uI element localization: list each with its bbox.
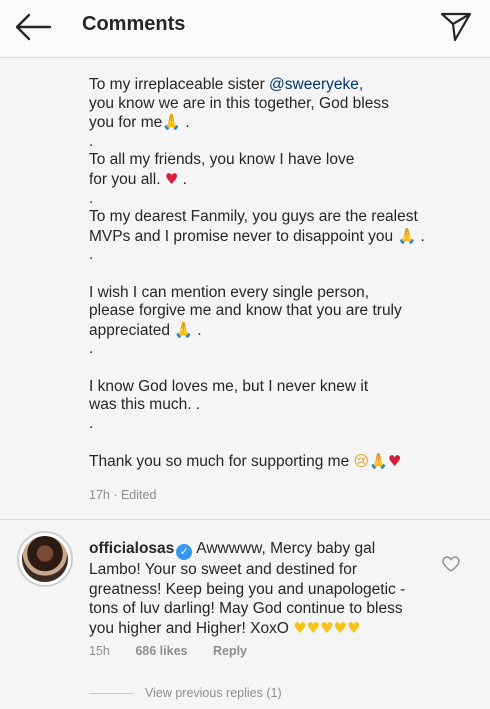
caption-dot: .	[89, 340, 94, 358]
verified-badge-icon: ✓	[176, 544, 193, 560]
caption-text: you know we are in this together, God bl…	[89, 94, 389, 112]
caption-text: MVPs and I promise never to disappoint y…	[89, 227, 398, 245]
avatar[interactable]	[17, 531, 73, 587]
caption-text: I wish I can mention every single person…	[89, 283, 369, 301]
caption-text: was this much. .	[89, 396, 201, 414]
likes-count[interactable]: 686 likes	[135, 644, 187, 658]
praying-hands-icon: 🙏	[369, 451, 388, 470]
mention-link[interactable]: @sweeryeke	[269, 76, 359, 93]
red-heart-icon: ♥	[387, 451, 402, 470]
caption-meta: 17h · Edited	[89, 488, 157, 502]
caption-text: To my dearest Fanmily, you guys are the …	[89, 208, 418, 226]
caption-text: I know God loves me, but I never knew it	[89, 377, 369, 395]
caption-text: you for me	[89, 114, 163, 132]
caption-text: appreciated	[89, 321, 175, 339]
page-title: Comments	[82, 13, 186, 35]
comment-time: 15h	[89, 644, 110, 658]
praying-hands-icon: 🙏	[397, 226, 417, 245]
avatar-photo	[22, 536, 68, 582]
post-caption: To my irreplaceable sister @sweeryeke, y…	[89, 76, 474, 471]
replies-line	[89, 693, 133, 694]
comment-username[interactable]: officialosas	[89, 540, 174, 557]
caption-text: Thank you so much for supporting me	[89, 452, 354, 470]
back-button[interactable]	[12, 8, 54, 46]
heart-outline-icon	[442, 556, 460, 572]
share-button[interactable]	[438, 8, 474, 44]
like-button[interactable]	[441, 554, 461, 574]
praying-hands-icon: 🙏	[162, 113, 181, 132]
caption-text: for you all.	[89, 170, 165, 188]
caption-text: To my irreplaceable sister	[89, 76, 270, 93]
caption-time: 17h	[89, 488, 110, 502]
comment-body: officialosas ✓ Awwwww, Mercy baby gal Lamb…	[89, 539, 429, 638]
yellow-hearts-icon: ♥♥♥♥♥	[293, 618, 361, 637]
arrow-left-icon	[15, 13, 52, 41]
caption-dot: .	[89, 414, 94, 432]
divider	[0, 519, 490, 520]
caption-dot: .	[89, 246, 94, 264]
edited-label[interactable]: Edited	[121, 488, 156, 502]
caption-dot: .	[89, 132, 94, 150]
caption-dot: .	[89, 189, 94, 207]
view-replies-link[interactable]: View previous replies (1)	[145, 686, 282, 700]
paper-plane-icon	[440, 12, 472, 42]
praying-hands-icon: 🙏	[174, 320, 193, 339]
crying-face-icon: 😢	[353, 451, 370, 470]
reply-button[interactable]: Reply	[213, 644, 247, 658]
comment-meta: 15h 686 likes Reply	[89, 644, 269, 658]
caption-text: To all my friends, you know I have love	[89, 151, 355, 169]
caption-text: please forgive me and know that you are …	[89, 302, 402, 320]
comments-header: Comments	[0, 0, 490, 58]
red-heart-icon: ♥	[164, 169, 179, 188]
